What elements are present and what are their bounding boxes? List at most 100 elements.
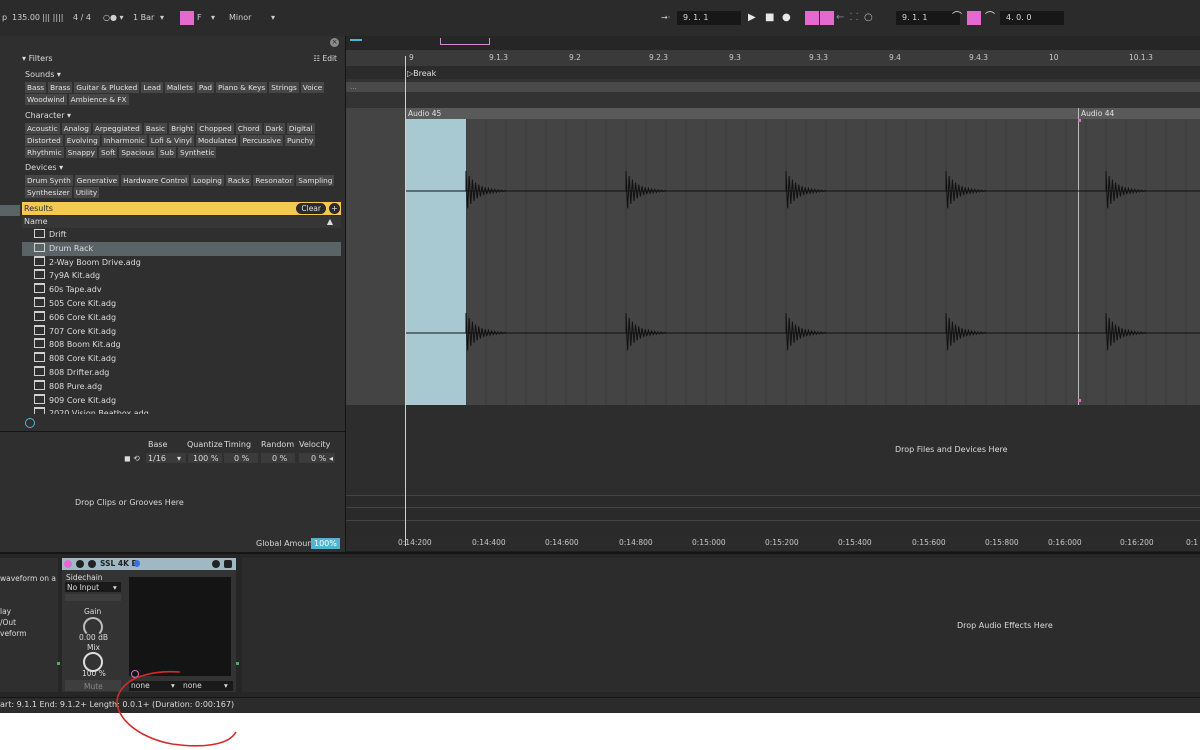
character-tag[interactable]: Rhythmic [25, 147, 64, 158]
character-tag[interactable]: Spacious [119, 147, 157, 158]
punch-in-icon[interactable]: ⌒ [952, 11, 962, 25]
devices-tag[interactable]: Resonator [253, 175, 295, 186]
character-tag[interactable]: Soft [98, 147, 118, 158]
quantize-menu[interactable]: 1 Bar [133, 12, 154, 24]
groove-quantize-value[interactable]: 100 % [193, 454, 218, 463]
automation-arm-icon[interactable] [820, 11, 834, 25]
character-tag[interactable]: Synthetic [177, 147, 217, 158]
chevron-down-icon[interactable]: ▾ [211, 12, 215, 24]
sounds-tag[interactable]: Strings [269, 82, 299, 93]
fold-icon[interactable] [76, 560, 84, 568]
character-tag[interactable]: Punchy [284, 135, 316, 146]
key-select[interactable]: F [197, 12, 202, 24]
list-item[interactable]: 2-Way Boom Drive.adg [22, 255, 341, 270]
character-tag[interactable]: Basic [143, 123, 168, 134]
sidechain-sub-select[interactable] [65, 594, 121, 601]
list-item[interactable]: Drum Rack [22, 241, 341, 256]
metronome-icon[interactable]: ○● ▾ [103, 12, 124, 24]
list-item[interactable]: 808 Drifter.adg [22, 365, 341, 380]
overdub-icon[interactable] [805, 11, 819, 25]
filters-header[interactable]: ▾ Filters ☷ Edit [22, 53, 341, 65]
devices-tag[interactable]: Synthesizer [25, 187, 72, 198]
effects-drop-area[interactable] [242, 558, 1200, 692]
sounds-section-title[interactable]: Sounds ▾ [25, 70, 61, 79]
groove-drop-zone[interactable]: Drop Clips or Grooves Here [75, 498, 184, 507]
punch-out-icon[interactable]: ⌒ [985, 11, 995, 25]
wrench-icon[interactable] [88, 560, 96, 568]
sounds-tag[interactable]: Ambience & FX [68, 94, 129, 105]
sounds-tag[interactable]: Mallets [164, 82, 195, 93]
global-amount-value[interactable]: 100% [311, 538, 340, 549]
sounds-tag[interactable]: Lead [141, 82, 163, 93]
tap-label[interactable]: p [2, 12, 7, 24]
list-item[interactable]: 808 Pure.adg [22, 379, 341, 394]
chevron-left-icon[interactable]: ◂ [329, 454, 333, 463]
sidechain-select[interactable]: No Input [67, 583, 99, 592]
character-tag[interactable]: Arpeggiated [92, 123, 142, 134]
locator-break[interactable]: ▷Break [407, 69, 436, 78]
locator-lane[interactable] [346, 66, 1200, 79]
character-tag[interactable]: Acoustic [25, 123, 60, 134]
chevron-down-icon[interactable]: ▾ [177, 454, 181, 463]
add-filter-icon[interactable]: + [329, 203, 340, 214]
groove-random-value[interactable]: 0 % [272, 454, 287, 463]
mute-button[interactable]: Mute [84, 682, 103, 691]
character-tag[interactable]: Bright [169, 123, 196, 134]
character-tag[interactable]: Sub [158, 147, 176, 158]
list-item[interactable]: 808 Boom Kit.adg [22, 338, 341, 352]
devices-section-title[interactable]: Devices ▾ [25, 163, 63, 172]
character-tag[interactable]: Lofi & Vinyl [148, 135, 194, 146]
clear-button[interactable]: Clear [296, 203, 326, 214]
sounds-tag[interactable]: Bass [25, 82, 47, 93]
stop-icon[interactable]: ■ [765, 11, 774, 25]
more-icon[interactable]: … [350, 83, 357, 91]
list-item[interactable]: 909 Core Kit.adg [22, 393, 341, 408]
sounds-tag[interactable]: Guitar & Plucked [74, 82, 140, 93]
sounds-tag[interactable]: Pad [196, 82, 215, 93]
record-icon[interactable]: ● [782, 11, 791, 25]
close-icon[interactable]: × [330, 38, 339, 47]
name-column-header[interactable]: Name ▲ [22, 216, 341, 228]
character-tag[interactable]: Modulated [195, 135, 239, 146]
groove-velocity-value[interactable]: 0 % [311, 454, 326, 463]
list-item[interactable]: 808 Core Kit.adg [22, 352, 341, 366]
info-icon[interactable] [25, 418, 35, 428]
beat-ruler[interactable] [346, 50, 1200, 66]
devices-tag[interactable]: Generative [74, 175, 120, 186]
gain-value[interactable]: 0.00 dB [79, 633, 108, 642]
preset-icon[interactable] [212, 560, 220, 568]
track-header[interactable] [346, 82, 1200, 92]
save-groove-icon[interactable]: ◼ ⟲ [124, 454, 140, 463]
metronome-bars-icon[interactable]: ||| |||| [42, 12, 63, 24]
effects-drop-zone[interactable]: Drop Audio Effects Here [957, 621, 1053, 630]
play-icon[interactable]: ▶ [748, 11, 756, 25]
loop-length[interactable]: 4. 0. 0 [1000, 11, 1064, 25]
character-tag[interactable]: Distorted [25, 135, 63, 146]
edit-button[interactable]: ☷ Edit [313, 53, 337, 65]
arrangement-drop-zone[interactable]: Drop Files and Devices Here [895, 445, 1008, 454]
devices-tag[interactable]: Sampling [296, 175, 335, 186]
plugin-display[interactable] [129, 577, 231, 676]
sounds-tag[interactable]: Voice [300, 82, 325, 93]
devices-tag[interactable]: Looping [191, 175, 224, 186]
chevron-down-icon[interactable]: ▾ [113, 583, 117, 592]
character-tag[interactable]: Snappy [65, 147, 97, 158]
character-tag[interactable]: Evolving [64, 135, 100, 146]
list-item[interactable]: 505 Core Kit.adg [22, 296, 341, 311]
list-item[interactable]: 606 Core Kit.adg [22, 310, 341, 325]
character-tag[interactable]: Inharmonic [101, 135, 147, 146]
capture-icon[interactable]: ← [836, 11, 844, 25]
session-record-icon[interactable]: ○ [864, 11, 873, 25]
scale-mode-icon[interactable] [180, 11, 194, 25]
empty-track-area[interactable] [346, 405, 1200, 495]
loop-region-icon[interactable]: ⸬ [850, 11, 858, 25]
song-position[interactable]: 9. 1. 1 [677, 11, 741, 25]
list-item[interactable]: Drift [22, 228, 341, 242]
groove-base-value[interactable]: 1/16 [148, 454, 166, 463]
tempo-display[interactable]: 135.00 [12, 12, 40, 24]
character-tag[interactable]: Percussive [240, 135, 283, 146]
list-item[interactable]: 707 Core Kit.adg [22, 324, 341, 339]
follow-icon[interactable]: →· [661, 12, 670, 24]
character-tag[interactable]: Chord [235, 123, 262, 134]
time-signature[interactable]: 4 / 4 [73, 12, 91, 24]
